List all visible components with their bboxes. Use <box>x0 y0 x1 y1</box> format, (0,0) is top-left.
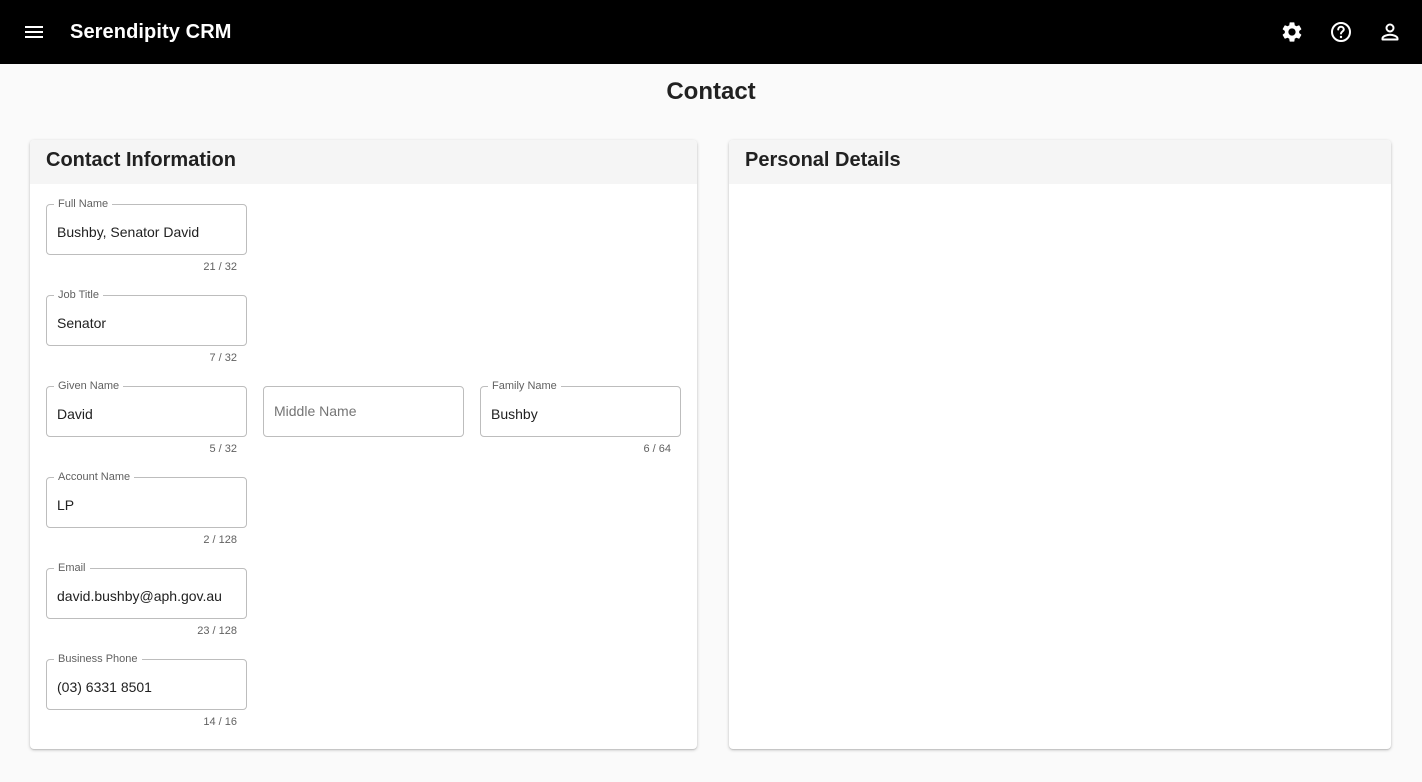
middle-name-field[interactable] <box>263 386 464 437</box>
account-name-field[interactable]: Account Name <box>46 470 247 528</box>
full-name-field[interactable]: Full Name <box>46 197 247 255</box>
menu-icon <box>25 26 43 38</box>
contact-information-title: Contact Information <box>30 140 697 184</box>
business-phone-label: Business Phone <box>54 652 142 666</box>
personal-details-title: Personal Details <box>729 140 1391 184</box>
given-name-label: Given Name <box>54 379 124 393</box>
personal-details-card: Personal Details <box>729 140 1391 749</box>
job-title-field[interactable]: Job Title <box>46 288 247 346</box>
email-field[interactable]: Email <box>46 561 247 619</box>
app-title: Serendipity CRM <box>70 21 232 43</box>
email-counter: 23 / 128 <box>197 625 237 637</box>
account-name-label: Account Name <box>54 470 135 484</box>
given-name-counter: 5 / 32 <box>209 443 237 455</box>
job-title-input[interactable] <box>57 315 237 331</box>
email-input[interactable] <box>57 588 237 604</box>
settings-button[interactable] <box>1272 12 1312 52</box>
help-button[interactable] <box>1321 12 1361 52</box>
business-phone-field[interactable]: Business Phone <box>46 652 247 710</box>
family-name-field[interactable]: Family Name <box>480 379 681 437</box>
family-name-label: Family Name <box>488 379 561 393</box>
email-label: Email <box>54 561 90 575</box>
person-icon <box>1381 23 1399 41</box>
gear-icon <box>1282 22 1302 42</box>
job-title-counter: 7 / 32 <box>209 352 237 364</box>
business-phone-counter: 14 / 16 <box>203 716 237 728</box>
job-title-label: Job Title <box>54 288 103 302</box>
account-button[interactable] <box>1370 12 1410 52</box>
given-name-field[interactable]: Given Name <box>46 379 247 437</box>
given-name-input[interactable] <box>57 406 237 422</box>
help-icon <box>1331 22 1351 42</box>
full-name-label: Full Name <box>54 197 113 211</box>
full-name-input[interactable] <box>57 224 237 240</box>
account-name-counter: 2 / 128 <box>203 534 237 546</box>
family-name-input[interactable] <box>491 406 671 422</box>
family-name-counter: 6 / 64 <box>643 443 671 455</box>
full-name-counter: 21 / 32 <box>203 261 237 273</box>
menu-button[interactable] <box>14 12 54 52</box>
middle-name-input[interactable] <box>274 403 454 419</box>
contact-information-card: Contact Information Full Name 21 / 32 Jo… <box>30 140 697 749</box>
page-title: Contact <box>666 78 756 105</box>
account-name-input[interactable] <box>57 497 237 513</box>
business-phone-input[interactable] <box>57 679 237 695</box>
app-bar: Serendipity CRM <box>0 0 1422 64</box>
